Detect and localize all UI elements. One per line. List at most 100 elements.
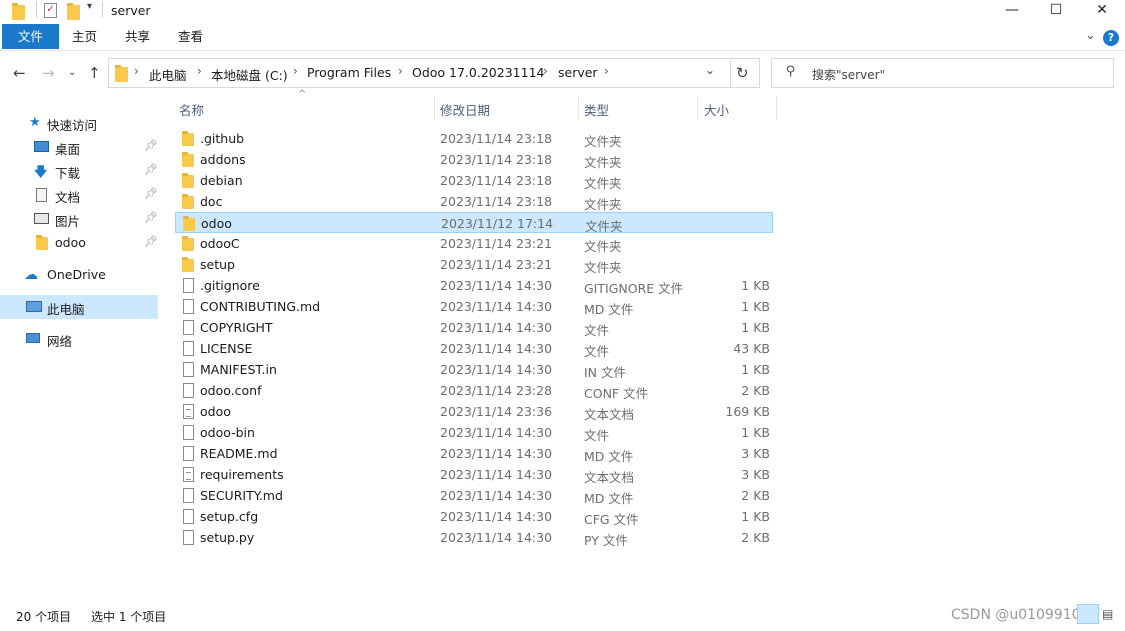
column-header-date[interactable]: 修改日期 xyxy=(440,100,490,119)
column-header-size[interactable]: 大小 xyxy=(704,100,729,119)
file-name: LICENSE xyxy=(200,341,253,356)
file-row[interactable]: README.md 2023/11/14 14:30 MD 文件 3 KB xyxy=(175,443,773,464)
breadcrumb-program-files[interactable]: Program Files xyxy=(307,65,391,80)
file-name: README.md xyxy=(200,446,278,461)
file-row[interactable]: setup.py 2023/11/14 14:30 PY 文件 2 KB xyxy=(175,527,773,548)
address-dropdown-icon[interactable]: ⌄ xyxy=(705,63,715,77)
file-icon xyxy=(182,425,195,440)
file-row[interactable]: SECURITY.md 2023/11/14 14:30 MD 文件 2 KB xyxy=(175,485,773,506)
file-icon xyxy=(182,383,195,398)
file-row[interactable]: setup.cfg 2023/11/14 14:30 CFG 文件 1 KB xyxy=(175,506,773,527)
tab-file[interactable]: 文件 xyxy=(2,24,59,49)
file-icon xyxy=(182,488,195,503)
large-icons-view-button[interactable]: ▤ xyxy=(1102,607,1113,621)
chevron-right-icon[interactable]: › xyxy=(604,64,609,78)
file-date: 2023/11/14 14:30 xyxy=(440,425,553,440)
file-row[interactable]: requirements 2023/11/14 14:30 文本文档 3 KB xyxy=(175,464,773,485)
chevron-right-icon[interactable]: › xyxy=(398,64,403,78)
column-divider[interactable] xyxy=(776,96,777,120)
cloud-icon: ☁ xyxy=(24,267,38,283)
up-arrow-icon[interactable]: ↑ xyxy=(88,64,101,82)
file-date: 2023/11/14 23:21 xyxy=(440,236,553,251)
file-row[interactable]: MANIFEST.in 2023/11/14 14:30 IN 文件 1 KB xyxy=(175,359,773,380)
file-row[interactable]: COPYRIGHT 2023/11/14 14:30 文件 1 KB xyxy=(175,317,773,338)
file-type: 文件夹 xyxy=(584,134,622,149)
file-size: 1 KB xyxy=(741,320,770,335)
search-placeholder: 搜索"server" xyxy=(812,68,886,82)
properties-icon[interactable]: ✓ xyxy=(44,3,57,18)
file-row[interactable]: odoo.conf 2023/11/14 23:28 CONF 文件 2 KB xyxy=(175,380,773,401)
file-row[interactable]: CONTRIBUTING.md 2023/11/14 14:30 MD 文件 1 KB xyxy=(175,296,773,317)
column-divider[interactable] xyxy=(697,96,698,120)
folder-row[interactable]: odooC 2023/11/14 23:21 文件夹 xyxy=(175,233,773,254)
column-header-type[interactable]: 类型 xyxy=(584,100,609,119)
column-divider[interactable] xyxy=(578,96,579,120)
pin-icon[interactable]: 📌︎ xyxy=(144,211,158,224)
refresh-button[interactable]: ↻ xyxy=(730,60,757,88)
nav-quick-access[interactable]: ★ 快速访问 xyxy=(0,111,158,135)
folder-row[interactable]: setup 2023/11/14 23:21 文件夹 xyxy=(175,254,773,275)
customize-toolbar-icon[interactable]: ▾ xyxy=(87,1,92,12)
ribbon-tabs: 文件 主页 共享 查看 ⌄ ? xyxy=(0,24,1125,51)
computer-icon xyxy=(26,301,42,312)
nav-item-documents[interactable]: 文档 📌︎ xyxy=(0,183,158,207)
address-bar[interactable]: › 此电脑 › 本地磁盘 (C:) › Program Files › Odoo… xyxy=(108,58,760,88)
nav-item-odoo[interactable]: odoo 📌︎ xyxy=(0,231,158,255)
file-row[interactable]: odoo-bin 2023/11/14 14:30 文件 1 KB xyxy=(175,422,773,443)
back-arrow-icon[interactable]: ← xyxy=(13,64,26,82)
network-icon xyxy=(26,333,40,343)
nav-item-onedrive[interactable]: ☁ OneDrive xyxy=(0,263,158,287)
folder-row[interactable]: debian 2023/11/14 23:18 文件夹 xyxy=(175,170,773,191)
file-row[interactable]: odoo 2023/11/14 23:36 文本文档 169 KB xyxy=(175,401,773,422)
help-icon[interactable]: ? xyxy=(1103,30,1119,46)
chevron-right-icon[interactable]: › xyxy=(293,64,298,78)
file-date: 2023/11/14 14:30 xyxy=(440,278,553,293)
recent-locations-icon[interactable]: ⌄ xyxy=(68,67,76,78)
nav-item-downloads[interactable]: 🡇 下载 📌︎ xyxy=(0,159,158,183)
folder-row[interactable]: odoo 2023/11/12 17:14 文件夹 xyxy=(175,212,773,234)
nav-item-desktop[interactable]: 桌面 📌︎ xyxy=(0,135,158,159)
navigation-pane: ★ 快速访问 桌面 📌︎ 🡇 下载 📌︎ 文档 📌︎ 图片 📌︎ odoo 📌︎… xyxy=(0,108,162,593)
pin-icon[interactable]: 📌︎ xyxy=(144,163,158,176)
file-type: 文件夹 xyxy=(584,239,622,254)
tab-view[interactable]: 查看 xyxy=(166,24,215,49)
minimize-button[interactable]: — xyxy=(989,0,1035,22)
breadcrumb-local-disk[interactable]: 本地磁盘 (C:) xyxy=(211,65,288,84)
close-button[interactable]: ✕ xyxy=(1079,0,1125,22)
expand-ribbon-icon[interactable]: ⌄ xyxy=(1085,28,1096,43)
search-input[interactable]: ⚲ 搜索"server" xyxy=(771,58,1114,88)
file-date: 2023/11/14 14:30 xyxy=(440,446,553,461)
file-row[interactable]: .gitignore 2023/11/14 14:30 GITIGNORE 文件 1 … xyxy=(175,275,773,296)
breadcrumb-server[interactable]: server xyxy=(558,65,598,80)
tab-share[interactable]: 共享 xyxy=(113,24,162,49)
chevron-right-icon[interactable]: › xyxy=(197,64,202,78)
nav-item-network[interactable]: 网络 xyxy=(0,327,158,351)
column-divider[interactable] xyxy=(434,96,435,120)
file-name: SECURITY.md xyxy=(200,488,283,503)
pin-icon[interactable]: 📌︎ xyxy=(144,187,158,200)
file-type: CFG 文件 xyxy=(584,512,639,527)
pin-icon[interactable]: 📌︎ xyxy=(144,139,158,152)
forward-arrow-icon[interactable]: → xyxy=(42,64,55,82)
file-row[interactable]: LICENSE 2023/11/14 14:30 文件 43 KB xyxy=(175,338,773,359)
pin-icon[interactable]: 📌︎ xyxy=(144,235,158,248)
nav-item-pictures[interactable]: 图片 📌︎ xyxy=(0,207,158,231)
chevron-right-icon[interactable]: › xyxy=(134,64,139,78)
file-icon xyxy=(182,278,195,293)
nav-label: 此电脑 xyxy=(47,302,85,317)
folder-row[interactable]: addons 2023/11/14 23:18 文件夹 xyxy=(175,149,773,170)
tab-home[interactable]: 主页 xyxy=(60,24,109,49)
maximize-button[interactable]: ☐ xyxy=(1033,0,1079,22)
file-name: setup.cfg xyxy=(200,509,259,524)
folder-icon xyxy=(183,216,196,231)
star-icon: ★ xyxy=(29,115,41,130)
folder-row[interactable]: .github 2023/11/14 23:18 文件夹 xyxy=(175,128,773,149)
chevron-right-icon[interactable]: › xyxy=(543,64,548,78)
column-header-name[interactable]: 名称 xyxy=(179,100,204,119)
file-date: 2023/11/14 14:30 xyxy=(440,320,553,335)
nav-item-this-pc[interactable]: 此电脑 xyxy=(0,295,158,319)
breadcrumb-this-pc[interactable]: 此电脑 xyxy=(149,65,187,84)
folder-row[interactable]: doc 2023/11/14 23:18 文件夹 xyxy=(175,191,773,212)
breadcrumb-odoo[interactable]: Odoo 17.0.20231114 xyxy=(412,65,544,80)
details-view-button[interactable] xyxy=(1077,604,1099,624)
